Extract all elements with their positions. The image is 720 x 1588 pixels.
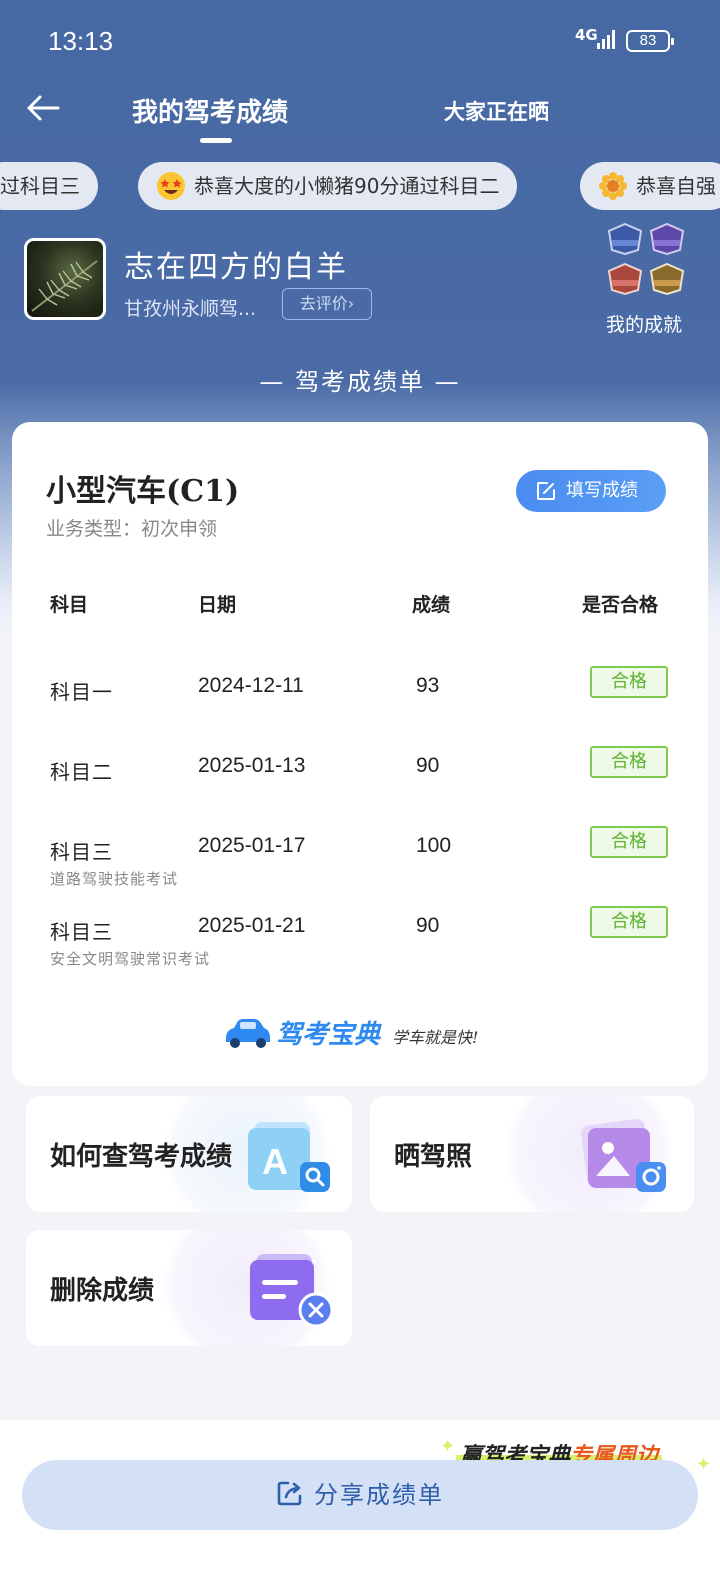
car-icon [226,1019,270,1048]
row-score: 90 [416,914,440,937]
sparkle-icon: ✦ [440,1436,456,1457]
header-score: 成绩 [412,594,451,616]
ticker-chip: 过科目三 [0,162,98,210]
row-score: 93 [416,674,440,697]
rate-button-label: 去评价 [299,294,348,313]
battery-icon: 83 [626,30,674,52]
brand-name: 驾考宝典 [276,1020,381,1050]
table-row[interactable]: 科目三 安全文明驾驶常识考试 2025-01-21 90 合格 [12,906,708,968]
sunflower-emoji-icon [599,171,627,200]
ticker-text: 恭喜大度的小懒猪90分通过科目二 [194,174,500,198]
license-type: 小型汽车(C1) [46,474,240,509]
tile-label: 如何查驾考成绩 [50,1142,233,1172]
ticker-text: 恭喜自强 [636,174,716,198]
photo-share-icon [581,1118,666,1192]
row-subtitle: 安全文明驾驶常识考试 [50,950,211,968]
rate-school-button[interactable]: 去评价› [282,288,372,320]
congrats-ticker: 过科目三 恭喜大度的小懒猪90分通过科目二 恭喜自强 [0,162,720,210]
row-subtitle: 道路驾驶技能考试 [50,870,179,888]
driving-school-name: 甘孜州永顺驾... [124,298,257,320]
badge-icon [649,222,685,256]
header-date: 日期 [198,594,237,616]
my-achievements-label[interactable]: 我的成就 [606,310,682,337]
signal-icon [597,30,615,49]
tile-label: 晒驾照 [394,1142,473,1172]
row-subject: 科目二 [50,760,113,784]
row-subject: 科目三 [50,840,113,864]
fill-score-label: 填写成绩 [566,480,638,501]
ticker-chip: 恭喜大度的小懒猪90分通过科目二 [138,162,518,210]
delete-scores-tile[interactable]: 删除成绩 [26,1230,352,1346]
row-subject: 科目一 [50,680,113,704]
score-search-icon: A [248,1122,330,1192]
top-nav: 我的驾考成绩 大家正在晒 [0,80,720,150]
pass-badge: 合格 [590,906,668,938]
back-arrow-icon[interactable] [24,92,64,124]
share-button-label: 分享成绩单 [314,1481,444,1509]
tab-everyone-sharing[interactable]: 大家正在晒 [444,96,549,126]
svg-text:A: A [262,1141,288,1182]
row-date: 2025-01-17 [198,834,306,857]
badge-icon [649,262,685,296]
pass-badge: 合格 [590,666,668,698]
status-time: 13:13 [48,26,114,56]
fill-score-button[interactable]: 填写成绩 [516,470,666,512]
business-type: 业务类型：初次申领 [46,518,218,540]
ticker-chip: 恭喜自强 [580,162,720,210]
show-license-tile[interactable]: 晒驾照 [370,1096,694,1212]
tab-indicator [200,138,232,143]
row-score: 90 [416,754,440,777]
table-row[interactable]: 科目二 2025-01-13 90 合格 [12,746,708,806]
row-date: 2025-01-21 [198,914,306,937]
badge-icon [607,262,643,296]
tab-my-scores[interactable]: 我的驾考成绩 [132,92,288,129]
status-bar: 13:13 4G 83 [0,0,720,80]
score-card: 小型汽车(C1) 业务类型：初次申领 填写成绩 科目 日期 成绩 是否合格 科目… [12,422,708,1086]
brand-slogan: 学车就是快! [392,1028,479,1047]
star-eyes-emoji-icon [157,171,185,200]
user-name: 志在四方的白羊 [124,250,348,285]
header-passed: 是否合格 [582,594,659,616]
avatar[interactable] [24,238,106,320]
user-profile: 志在四方的白羊 甘孜州永顺驾... 去评价› 我的成就 [0,222,720,348]
row-score: 100 [416,834,452,857]
delete-record-icon [250,1254,334,1328]
badge-icon [607,222,643,256]
tile-label: 删除成绩 [50,1276,155,1306]
how-to-check-scores-tile[interactable]: 如何查驾考成绩 A [26,1096,352,1212]
share-icon [277,1481,302,1506]
edit-icon [537,482,555,500]
pass-badge: 合格 [590,746,668,778]
section-title: — 驾考成绩单 — [259,368,461,396]
row-date: 2024-12-11 [198,674,304,697]
sparkle-icon: ✦ [696,1454,712,1475]
table-row[interactable]: 科目一 2024-12-11 93 合格 [12,666,708,726]
network-indicator: 4G [575,26,598,44]
achievement-badges[interactable] [606,222,692,308]
table-row[interactable]: 科目三 道路驾驶技能考试 2025-01-17 100 合格 [12,826,708,888]
row-date: 2025-01-13 [198,754,306,777]
row-subject: 科目三 [50,920,113,944]
share-score-button[interactable]: 分享成绩单 [22,1460,698,1530]
header-subject: 科目 [50,594,89,616]
ticker-text: 过科目三 [0,174,80,198]
chevron-right-icon: › [347,294,355,313]
pass-badge: 合格 [590,826,668,858]
